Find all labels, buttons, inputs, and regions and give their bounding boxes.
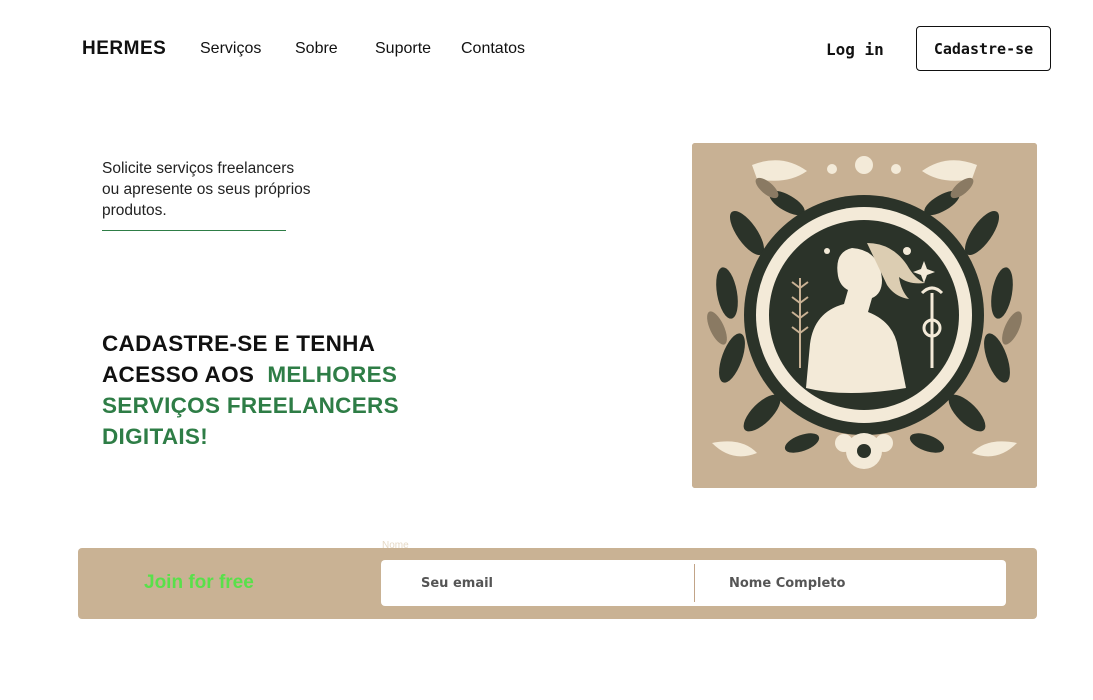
nav-link-suporte[interactable]: Suporte <box>375 40 431 58</box>
tagline-underline <box>102 230 286 231</box>
nav-link-servicos[interactable]: Serviços <box>200 40 261 58</box>
nav-link-sobre[interactable]: Sobre <box>295 40 338 58</box>
nav-link-contatos[interactable]: Contatos <box>461 40 525 58</box>
join-bar: Join for free Nome <box>78 540 1037 619</box>
signup-button[interactable]: Cadastre-se <box>916 26 1051 71</box>
full-name-field[interactable] <box>695 560 1006 606</box>
logo[interactable]: HERMES <box>82 38 166 60</box>
login-link[interactable]: Log in <box>826 40 884 59</box>
hero-headline: CADASTRE-SE E TENHA ACESSO AOS MELHORES … <box>102 328 432 452</box>
join-for-free-label: Join for free <box>144 572 254 593</box>
faint-name-label: Nome <box>382 540 409 551</box>
join-form <box>381 560 1006 606</box>
hermes-illustration-icon <box>692 143 1037 488</box>
tagline: Solicite serviços freelancers ou apresen… <box>102 160 311 219</box>
email-field[interactable] <box>381 560 694 606</box>
